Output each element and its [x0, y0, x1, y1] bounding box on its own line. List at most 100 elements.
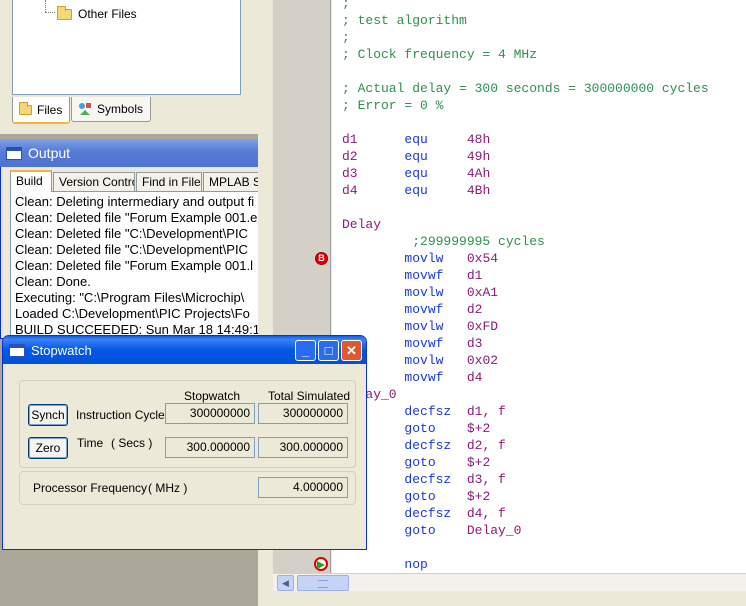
tab-build[interactable]: Build — [10, 170, 52, 192]
code-token: movlw — [404, 319, 467, 334]
maximize-button[interactable]: □ — [318, 340, 339, 361]
code-token: d3 — [466, 336, 483, 351]
tree-connector — [45, 12, 55, 13]
code-token: d3 — [342, 166, 405, 181]
column-header-total: Total Simulated — [268, 389, 351, 403]
code-token: movwf — [404, 268, 467, 283]
code-line: ;299999995 cycles — [342, 233, 545, 250]
code-token: goto — [404, 455, 467, 470]
scroll-left-button[interactable]: ◀ — [277, 575, 294, 591]
time-unit-label: ( Secs ) — [111, 436, 153, 450]
code-line: d3 equ 4Ah — [342, 165, 490, 182]
window-icon — [6, 146, 22, 160]
code-token: 4Ah — [466, 166, 491, 181]
code-token: d4 — [342, 183, 405, 198]
window-icon — [9, 343, 25, 357]
minimize-button[interactable]: _ — [295, 340, 316, 361]
code-token: goto — [404, 523, 467, 538]
code-token: d1 — [466, 268, 483, 283]
stopwatch-title: Stopwatch — [31, 342, 92, 358]
project-tree: Other Files — [12, 0, 241, 95]
code-token: decfsz — [404, 404, 467, 419]
tree-connector — [45, 0, 46, 12]
code-token: d3, f — [466, 472, 506, 487]
code-token: Delay — [342, 217, 382, 232]
code-token: d2 — [466, 302, 483, 317]
close-button[interactable]: ✕ — [341, 340, 362, 361]
output-titlebar[interactable]: Output — [0, 139, 262, 167]
code-editor[interactable]: ; ; test algorithm; ; Clock frequency = 4 … — [332, 0, 746, 573]
code-line: movlw 0xA1 — [342, 284, 498, 301]
code-token: goto — [404, 489, 467, 504]
column-header-stopwatch: Stopwatch — [184, 389, 241, 403]
code-token: d1 — [342, 132, 405, 147]
code-token: decfsz — [404, 438, 467, 453]
code-token: 0x02 — [466, 353, 499, 368]
code-line: movwf d2 — [342, 301, 482, 318]
folder-icon — [57, 5, 72, 20]
output-log[interactable]: Clean: Deleting intermediary and output … — [10, 191, 262, 339]
program-counter-icon — [314, 557, 328, 571]
code-token: ; Actual delay = 300 seconds = 300000000… — [342, 81, 709, 96]
code-token: 0xA1 — [466, 285, 499, 300]
code-token: ; Clock frequency = 4 MHz — [342, 47, 538, 62]
code-token: d4, f — [466, 506, 506, 521]
code-token: d2 — [342, 149, 405, 164]
code-token: movlw — [404, 251, 467, 266]
folder-icon — [19, 101, 32, 115]
project-tabs: Files Symbols — [12, 97, 252, 124]
log-line: Clean: Deleting intermediary and output … — [15, 194, 255, 209]
zero-button[interactable]: Zero — [28, 437, 68, 459]
instruction-cycles-stopwatch: 300000000 — [165, 403, 255, 424]
code-line: goto Delay_0 — [342, 522, 521, 539]
code-token: movwf — [404, 336, 467, 351]
code-token: movwf — [404, 302, 467, 317]
output-title: Output — [28, 145, 71, 161]
frequency-unit-label: ( MHz ) — [148, 481, 188, 495]
code-line: ; Error = 0 % — [342, 97, 443, 114]
log-line: Clean: Deleted file "C:\Development\PIC — [15, 226, 248, 241]
tab-symbols[interactable]: Symbols — [71, 97, 151, 122]
scroll-thumb[interactable] — [297, 575, 349, 591]
log-line: Executing: "C:\Program Files\Microchip\ — [15, 290, 245, 305]
code-line: nop — [342, 556, 427, 573]
code-line: d2 equ 49h — [342, 148, 490, 165]
breakpoint-icon[interactable]: B — [315, 252, 328, 265]
code-line: d4 equ 4Bh — [342, 182, 490, 199]
code-token: ; — [342, 30, 350, 45]
instruction-cycles-total: 300000000 — [258, 403, 348, 424]
code-token: goto — [404, 421, 467, 436]
time-label: Time — [77, 436, 104, 450]
code-token: equ — [404, 149, 467, 164]
tab-mplab-sim[interactable]: MPLAB SI — [203, 172, 262, 191]
instruction-cycles-label: Instruction Cycles — [76, 408, 171, 422]
code-token: 48h — [466, 132, 491, 147]
tree-item-label: Other Files — [78, 7, 137, 21]
tab-find-in-files[interactable]: Find in Files — [136, 172, 202, 191]
code-token: d4 — [466, 370, 483, 385]
time-total: 300.000000 — [258, 437, 348, 458]
code-line: d1 equ 48h — [342, 131, 490, 148]
synch-button[interactable]: Synch — [28, 404, 68, 426]
processor-frequency-label: Processor Frequency — [33, 481, 148, 495]
code-line: ; Clock frequency = 4 MHz — [342, 46, 537, 63]
code-token: movlw — [404, 285, 467, 300]
code-token: movlw — [404, 353, 467, 368]
code-line: ; — [342, 0, 350, 12]
tree-item-other-files[interactable]: Other Files — [57, 5, 137, 22]
processor-frequency-value: 4.000000 — [258, 477, 348, 498]
code-token: equ — [404, 166, 467, 181]
code-token: d2, f — [466, 438, 506, 453]
code-line: ; — [342, 29, 350, 46]
tab-version-control[interactable]: Version Control — [53, 172, 135, 191]
code-token: d1, f — [466, 404, 506, 419]
horizontal-scrollbar[interactable]: ◀ — [273, 573, 746, 591]
code-token: decfsz — [404, 506, 467, 521]
code-line: Delay — [342, 216, 381, 233]
code-token: 0xFD — [466, 319, 499, 334]
output-tabs: Build Version Control Find in Files MPLA… — [10, 170, 262, 192]
tab-files[interactable]: Files — [12, 97, 70, 124]
code-line: movlw 0xFD — [342, 318, 498, 335]
